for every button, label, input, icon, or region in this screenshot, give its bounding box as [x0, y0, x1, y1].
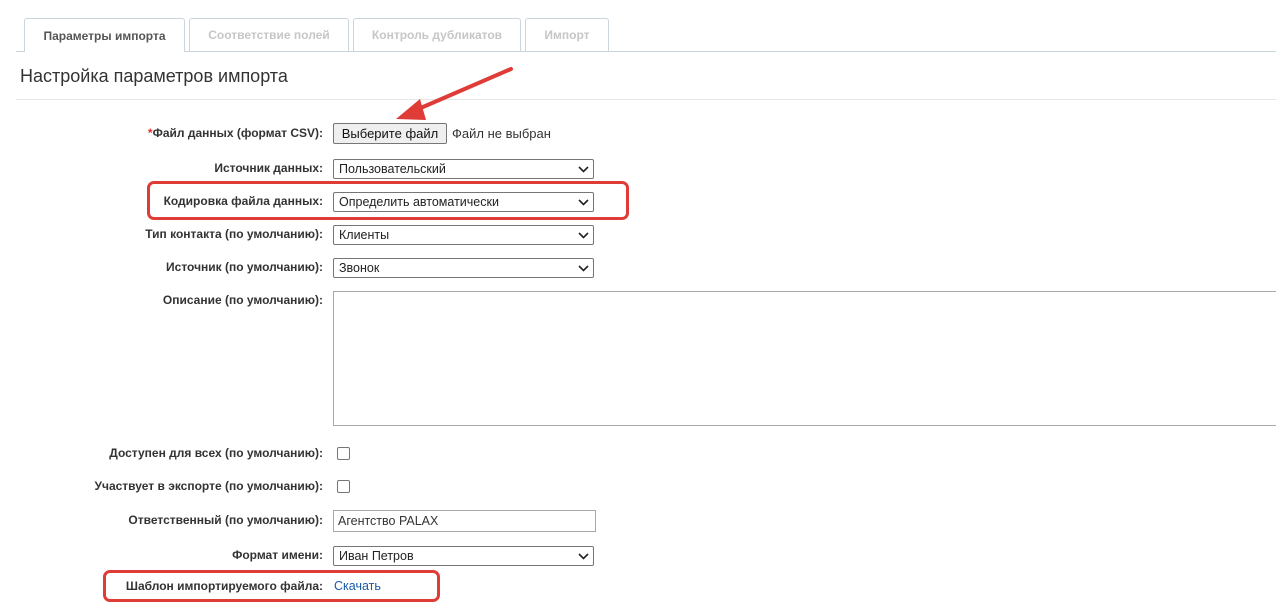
tab-import-params[interactable]: Параметры импорта	[24, 18, 185, 52]
annotation-arrow-icon	[396, 67, 513, 120]
